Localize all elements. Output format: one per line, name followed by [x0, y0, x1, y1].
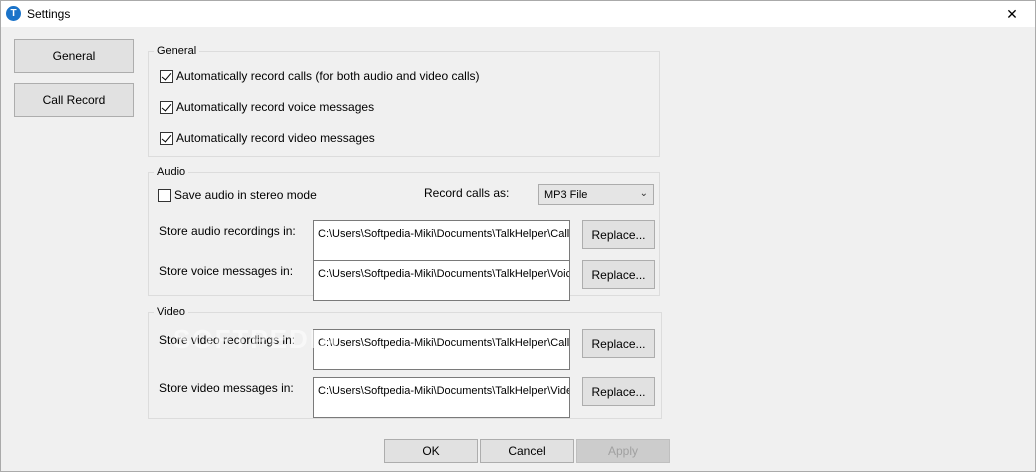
auto-record-video-label: Automatically record video messages — [176, 131, 375, 145]
store-audio-label: Store audio recordings in: — [159, 224, 296, 238]
softpedia-watermark: SOFTPEDIA — [173, 324, 340, 354]
replace-audio-button[interactable]: Replace... — [582, 220, 655, 249]
title-bar: T Settings ✕ — [1, 1, 1035, 27]
store-video-rec-path-field[interactable]: C:\Users\Softpedia-Miki\Documents\TalkHe… — [313, 329, 570, 370]
stereo-mode-label: Save audio in stereo mode — [174, 188, 317, 202]
store-video-msg-label: Store video messages in: — [159, 381, 294, 395]
close-button[interactable]: ✕ — [989, 1, 1035, 27]
video-group-label: Video — [154, 306, 188, 318]
settings-window: T Settings ✕ General Call Record General… — [0, 0, 1036, 472]
stereo-mode-option[interactable]: Save audio in stereo mode — [158, 188, 317, 202]
store-voice-label: Store voice messages in: — [159, 264, 294, 278]
auto-record-calls-checkbox[interactable] — [160, 69, 173, 83]
auto-record-voice-option[interactable]: Automatically record voice messages — [160, 100, 374, 114]
apply-button[interactable]: Apply — [576, 439, 670, 463]
auto-record-voice-checkbox[interactable] — [160, 100, 173, 114]
nav-general-button[interactable]: General — [14, 39, 134, 73]
chevron-down-icon: ⌄ — [639, 188, 648, 199]
audio-group-label: Audio — [154, 166, 189, 178]
nav-call-record-button[interactable]: Call Record — [14, 83, 134, 117]
cancel-button[interactable]: Cancel — [480, 439, 574, 463]
ok-button[interactable]: OK — [384, 439, 478, 463]
store-voice-path-field[interactable]: C:\Users\Softpedia-Miki\Documents\TalkHe… — [313, 260, 570, 301]
close-icon: ✕ — [1006, 5, 1018, 22]
store-video-msg-path-field[interactable]: C:\Users\Softpedia-Miki\Documents\TalkHe… — [313, 377, 570, 418]
auto-record-video-option[interactable]: Automatically record video messages — [160, 131, 375, 145]
auto-record-calls-option[interactable]: Automatically record calls (for both aud… — [160, 69, 479, 83]
replace-video-msg-button[interactable]: Replace... — [582, 377, 655, 406]
auto-record-voice-label: Automatically record voice messages — [176, 100, 375, 114]
record-format-select[interactable]: MP3 File ⌄ — [538, 184, 654, 205]
record-calls-as-label: Record calls as: — [424, 186, 510, 200]
general-group-label: General — [154, 45, 200, 57]
window-title: Settings — [27, 7, 71, 21]
record-format-value: MP3 File — [544, 189, 588, 201]
auto-record-video-checkbox[interactable] — [160, 131, 173, 145]
store-audio-path-field[interactable]: C:\Users\Softpedia-Miki\Documents\TalkHe… — [313, 220, 570, 261]
auto-record-calls-label: Automatically record calls (for both aud… — [176, 69, 480, 83]
replace-video-rec-button[interactable]: Replace... — [582, 329, 655, 358]
replace-voice-button[interactable]: Replace... — [582, 260, 655, 289]
stereo-mode-checkbox[interactable] — [158, 188, 171, 202]
app-icon: T — [6, 6, 21, 21]
